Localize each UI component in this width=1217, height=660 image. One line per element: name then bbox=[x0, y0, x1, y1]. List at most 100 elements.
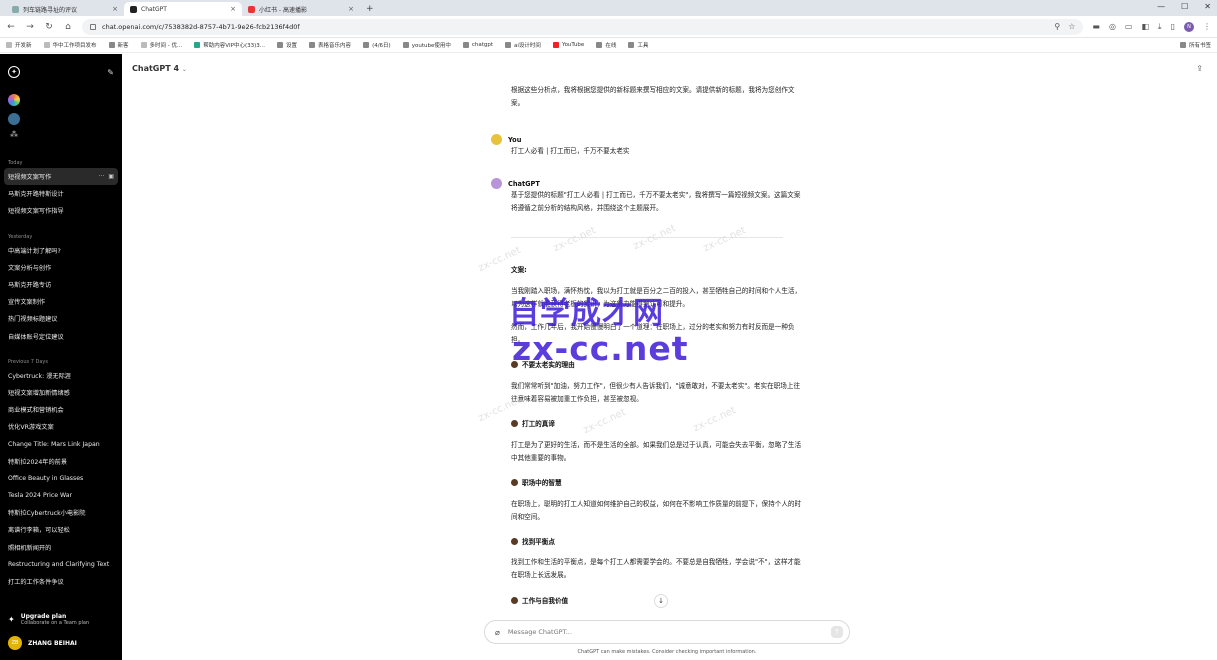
close-window-button[interactable]: ✕ bbox=[1204, 2, 1211, 11]
explore-gpts-icon[interactable]: ⁂ bbox=[0, 128, 122, 146]
watermark-url-text: zx-cc.net bbox=[512, 329, 689, 368]
bullet-icon bbox=[511, 478, 518, 486]
paragraph: 在职场上，聪明的打工人知道如何维护自己的权益，如何在不影响工作质量的前提下，保持… bbox=[511, 500, 802, 521]
new-chat-edit-icon[interactable]: ✎ bbox=[107, 68, 114, 77]
history-section-label: Today bbox=[8, 160, 23, 166]
maximize-button[interactable]: ☐ bbox=[1181, 2, 1188, 11]
section-heading: 找到平衡点 bbox=[491, 536, 555, 546]
conversation-item[interactable]: Office Beauty in Glasses bbox=[0, 470, 122, 487]
send-button[interactable]: ↑ bbox=[831, 626, 843, 638]
bookmark-item[interactable]: 开发新 bbox=[6, 41, 32, 49]
bookmark-item[interactable]: 设置 bbox=[277, 41, 297, 49]
bookmark-item[interactable]: 帮助内容VIP中心(33)3... bbox=[194, 41, 265, 49]
conversation-item[interactable]: 宣传文案制作 bbox=[0, 293, 122, 310]
conversation-item[interactable]: Change Title: Mars Link Japan bbox=[0, 435, 122, 452]
message-author: You bbox=[508, 135, 522, 144]
bookmark-item[interactable]: chatgpt bbox=[462, 42, 493, 48]
browser-tab-1[interactable]: 列车链路寻址的评议 × bbox=[6, 2, 124, 16]
conversation-item[interactable]: 特斯拉2024年的前景 bbox=[0, 453, 122, 470]
extension-icon[interactable]: ▭ bbox=[1125, 22, 1133, 31]
conversation-item[interactable]: 商业模式和营销机会 bbox=[0, 401, 122, 418]
back-arrow-icon[interactable]: ← bbox=[6, 22, 16, 32]
new-tab-button[interactable]: + bbox=[360, 2, 380, 16]
conversation-item[interactable]: 马斯克开路专访 bbox=[0, 276, 122, 293]
bookmark-item[interactable]: 多时间 - 优... bbox=[140, 41, 182, 49]
bookmark-star-icon[interactable]: ☆ bbox=[1068, 22, 1075, 31]
conversation-item[interactable]: Tesla 2024 Price War bbox=[0, 487, 122, 504]
bookmark-item[interactable]: (4/6日) bbox=[363, 41, 391, 49]
bookmark-item[interactable]: YouTube bbox=[552, 42, 584, 48]
scroll-down-button[interactable]: ↓ bbox=[654, 594, 668, 608]
tab-favicon-icon bbox=[130, 5, 137, 13]
bullet-icon bbox=[511, 596, 518, 604]
bookmark-item[interactable]: ai设计时间 bbox=[505, 41, 541, 49]
attach-paperclip-icon[interactable]: ⌀ bbox=[495, 628, 500, 637]
profile-avatar[interactable]: N bbox=[1184, 21, 1194, 32]
folder-icon bbox=[309, 42, 316, 48]
home-icon[interactable]: ⌂ bbox=[63, 22, 73, 32]
extension-icon[interactable]: ▬ bbox=[1092, 22, 1100, 31]
conversation-item[interactable]: Cybertruck: 漫无际涯 bbox=[0, 367, 122, 384]
conversation-item[interactable]: 热门视频标题建议 bbox=[0, 310, 122, 327]
model-selector[interactable]: ChatGPT 4 ⌄ bbox=[132, 64, 187, 73]
message-input[interactable] bbox=[507, 628, 823, 636]
bookmark-item[interactable]: youtube使用中 bbox=[402, 41, 451, 49]
all-bookmarks[interactable]: 所有书签 bbox=[1179, 41, 1211, 49]
bookmark-item[interactable]: 在线 bbox=[596, 41, 616, 49]
gpt-item[interactable] bbox=[0, 90, 122, 109]
bookmark-item[interactable]: 华中工作项目发布 bbox=[43, 41, 97, 49]
conversation-item[interactable]: 短视文案增加新情绪感 bbox=[0, 384, 122, 401]
user-menu[interactable]: ZB ZHANG BEIHAI bbox=[0, 630, 122, 660]
previous-message-tail: 根据这些分析点，我将根据您提供的新标题来撰写相应的文案。请提供新的标题，我将为您… bbox=[511, 86, 795, 107]
conversation-item[interactable]: 中高端计划了解吗? bbox=[0, 242, 122, 259]
sidebar: ✦ ✎ ⁂ Today 短视频文案写作 ··· ▣ 马斯克开路特斯设计 短视频文案… bbox=[0, 54, 122, 660]
conversation-item[interactable]: 优化VR游戏文案 bbox=[0, 418, 122, 435]
conversation-item[interactable]: Restructuring and Clarifying Text bbox=[0, 556, 122, 573]
site-info-icon[interactable] bbox=[90, 23, 96, 30]
history-section-label: Previous 7 Days bbox=[8, 358, 48, 365]
watermark-faint: zx-cc.net bbox=[551, 224, 598, 255]
download-icon[interactable]: ⤓ bbox=[1158, 22, 1162, 32]
conversation-item[interactable]: 文案分析与创作 bbox=[0, 259, 122, 276]
message-text: 基于您提供的标题"打工人必看 | 打工而已，千万不要太老实"，我将撰写一篇短视频… bbox=[511, 191, 801, 212]
sidepanel-icon[interactable]: ▯ bbox=[1171, 22, 1175, 31]
bookmark-item[interactable]: 工具 bbox=[628, 41, 648, 49]
more-options-icon[interactable]: ··· bbox=[99, 173, 105, 180]
folder-icon bbox=[1179, 42, 1186, 48]
close-tab-icon[interactable]: × bbox=[348, 5, 354, 13]
conversation-item[interactable]: 自媒体账号定位建议 bbox=[0, 328, 122, 345]
conversation-item[interactable]: 短视频文案写作 ··· ▣ bbox=[4, 168, 118, 186]
extension-icon[interactable]: ◎ bbox=[1109, 22, 1116, 31]
menu-kebab-icon[interactable]: ⋮ bbox=[1203, 22, 1211, 31]
conversation-item[interactable]: 离谱行李箱，可以轻松 bbox=[0, 521, 122, 538]
share-icon[interactable]: ⇪ bbox=[1196, 64, 1203, 73]
browser-tab-3[interactable]: 小红书 - 高速播影 × bbox=[242, 2, 360, 16]
paragraph: 打工是为了更好的生活，而不是生活的全部。如果我们总是过于认真，可能会失去平衡，忽… bbox=[511, 441, 802, 462]
openai-logo-icon[interactable]: ✦ bbox=[8, 66, 20, 78]
conversation-item[interactable]: 照相机新闻开的 bbox=[0, 539, 122, 556]
minimize-button[interactable]: — bbox=[1157, 2, 1165, 11]
tab-title: 小红书 - 高速播影 bbox=[259, 6, 307, 14]
conversation-item[interactable]: 马斯克开路特斯设计 bbox=[0, 185, 122, 202]
folder-icon bbox=[462, 42, 469, 48]
url-field[interactable]: chat.openai.com/c/7538382d-8757-4b71-9e2… bbox=[82, 18, 1084, 35]
section-heading: 工作与自我价值 bbox=[491, 595, 568, 605]
main-chat-area: ChatGPT 4 ⌄ ⇪ 根据这些分析点，我将根据您提供的新标题来撰写相应的文… bbox=[122, 54, 1217, 660]
extensions-puzzle-icon[interactable]: ◧ bbox=[1141, 22, 1149, 31]
bookmark-item[interactable]: 新客 bbox=[108, 41, 129, 49]
upgrade-plan-button[interactable]: ✦ Upgrade plan Collaborate on a Team pla… bbox=[0, 609, 122, 630]
chatgpt-avatar bbox=[491, 178, 502, 189]
bullet-icon bbox=[511, 419, 518, 427]
zoom-icon[interactable]: ⚲ bbox=[1054, 22, 1060, 31]
reload-icon[interactable]: ↻ bbox=[44, 22, 54, 32]
close-tab-icon[interactable]: × bbox=[112, 5, 118, 13]
archive-icon[interactable]: ▣ bbox=[108, 173, 114, 180]
conversation-item[interactable]: 短视频文案写作指导 bbox=[0, 202, 122, 219]
conversation-item[interactable]: 打工的工作条件争议 bbox=[0, 573, 122, 590]
conversation-item[interactable]: 特斯拉Cybertruck小电影院 bbox=[0, 504, 122, 521]
bookmark-item[interactable]: 表格音乐内容 bbox=[309, 41, 351, 49]
close-tab-icon[interactable]: × bbox=[230, 5, 236, 13]
forward-arrow-icon[interactable]: → bbox=[25, 22, 35, 32]
gpt-item[interactable] bbox=[0, 109, 122, 128]
browser-tab-2[interactable]: ChatGPT × bbox=[124, 2, 242, 16]
